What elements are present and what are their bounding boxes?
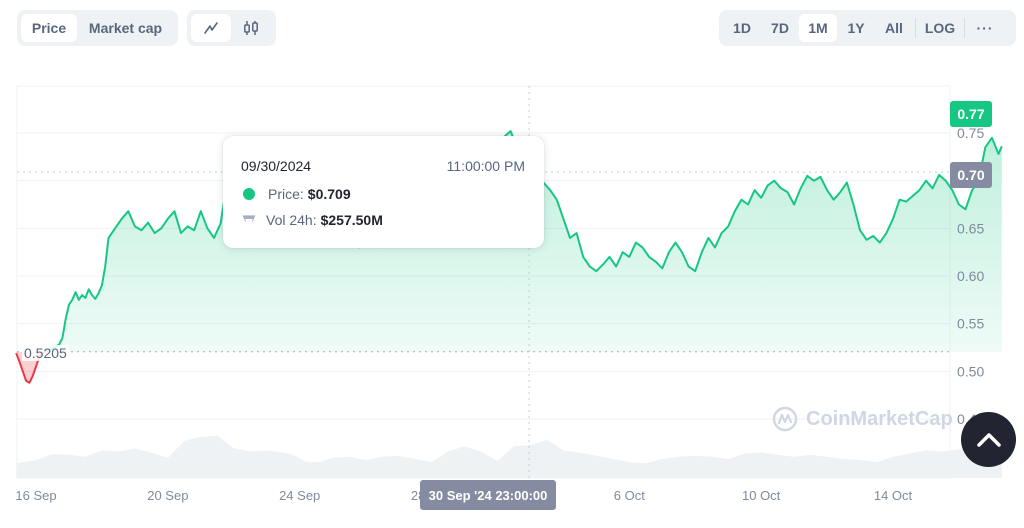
tooltip-volume-value: $257.50M: [320, 212, 383, 228]
y-tick-label: 0.60: [957, 268, 984, 284]
x-tick-label: 20 Sep: [147, 488, 188, 503]
start-price-label: 0.5205: [22, 345, 69, 361]
y-tick-label: 0.75: [957, 125, 984, 141]
scroll-to-top-button[interactable]: [961, 412, 1016, 467]
x-tick-label: 10 Oct: [742, 488, 781, 503]
price-chart[interactable]: 0.450.500.550.600.650.75 16 Sep20 Sep24 …: [0, 0, 1024, 528]
tooltip-price-value: $0.709: [307, 186, 351, 202]
current-price-badge: 0.77: [950, 101, 992, 127]
x-tick-label: 6 Oct: [614, 488, 645, 503]
y-tick-label: 0.50: [957, 363, 984, 379]
volume-area: [16, 435, 1002, 478]
y-tick-label: 0.55: [957, 316, 984, 332]
watermark-text: CoinMarketCap: [806, 407, 953, 430]
coinmarketcap-logo-icon: [772, 406, 798, 432]
x-tick-label: 14 Oct: [874, 488, 913, 503]
volume-icon: [241, 214, 257, 226]
tooltip-volume-label: Vol 24h:: [266, 212, 317, 228]
tooltip-price-label: Price:: [268, 186, 304, 202]
tooltip-time: 11:00:00 PM: [446, 158, 525, 174]
price-dot-icon: [243, 188, 255, 200]
watermark: CoinMarketCap: [772, 406, 953, 432]
chart-tooltip: 09/30/2024 11:00:00 PM Price: $0.709 Vol…: [223, 136, 544, 248]
x-tick-label: 16 Sep: [15, 488, 56, 503]
volume-area-group: [16, 435, 1002, 478]
x-tick-label: 24 Sep: [279, 488, 320, 503]
tooltip-price-row: Price: $0.709: [241, 186, 351, 202]
hover-price-badge: 0.70: [950, 162, 992, 188]
tooltip-volume-row: Vol 24h: $257.50M: [241, 212, 383, 228]
y-tick-label: 0.65: [957, 220, 984, 236]
hover-time-label: 30 Sep '24 23:00:00: [420, 480, 556, 510]
tooltip-date: 09/30/2024: [241, 158, 312, 174]
chevron-up-icon: [976, 432, 1001, 447]
